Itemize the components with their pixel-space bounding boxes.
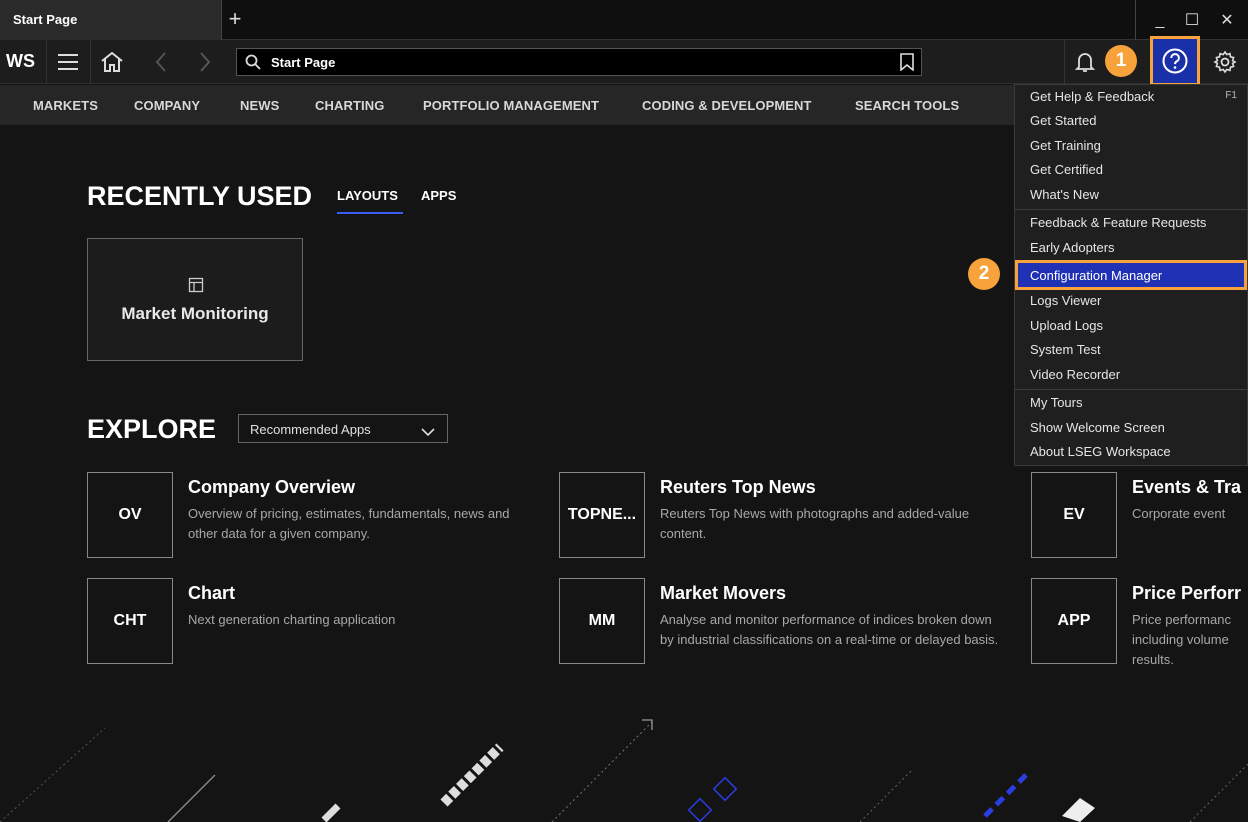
nav-coding-development[interactable]: CODING & DEVELOPMENT: [642, 98, 812, 113]
app-tile-cht[interactable]: CHT: [87, 578, 173, 664]
app-title[interactable]: Chart: [188, 583, 235, 604]
help-menu: Get Help & Feedback F1 Get Started Get T…: [1014, 84, 1248, 466]
app-tile-app[interactable]: APP: [1031, 578, 1117, 664]
app-tile-topnews[interactable]: TOPNE...: [559, 472, 645, 558]
app-tile-ov[interactable]: OV: [87, 472, 173, 558]
shortcut-f1: F1: [1225, 90, 1237, 101]
menu-item-get-help[interactable]: Get Help & Feedback: [1030, 89, 1154, 104]
layout-icon: [188, 277, 204, 298]
search-icon: [245, 54, 261, 75]
app-description: Price performanc including volume result…: [1132, 612, 1231, 667]
app-description: Analyse and monitor performance of indic…: [660, 612, 999, 647]
tab-apps[interactable]: APPS: [421, 188, 456, 203]
callout-badge-1: 1: [1105, 45, 1137, 77]
menu-separator: [1015, 209, 1247, 210]
active-tab-underline: [337, 212, 403, 214]
menu-separator: [1015, 389, 1247, 390]
app-title[interactable]: Price Perforr: [1132, 583, 1241, 604]
nav-search-tools[interactable]: SEARCH TOOLS: [855, 98, 959, 113]
recently-used-heading: RECENTLY USED: [87, 181, 313, 211]
close-button[interactable]: ✕: [1212, 8, 1242, 34]
menu-item-video-recorder[interactable]: Video Recorder: [1030, 367, 1120, 382]
workspace-logo[interactable]: WS: [6, 51, 35, 72]
menu-item-system-test[interactable]: System Test: [1030, 342, 1101, 357]
nav-markets[interactable]: MARKETS: [33, 98, 98, 113]
menu-item-my-tours[interactable]: My Tours: [1030, 395, 1083, 410]
menu-item-get-started[interactable]: Get Started: [1030, 113, 1096, 128]
app-description: Next generation charting application: [188, 612, 396, 627]
dropdown-value: Recommended Apps: [250, 422, 371, 437]
nav-company[interactable]: COMPANY: [134, 98, 200, 113]
search-input[interactable]: Start Page: [236, 48, 922, 76]
menu-icon[interactable]: [53, 47, 83, 77]
app-description: Overview of pricing, estimates, fundamen…: [188, 506, 510, 541]
app-title[interactable]: Market Movers: [660, 583, 786, 604]
bookmark-icon[interactable]: [899, 53, 915, 76]
menu-item-feedback[interactable]: Feedback & Feature Requests: [1030, 215, 1206, 230]
forward-icon[interactable]: [190, 47, 220, 77]
layout-card-market-monitoring[interactable]: Market Monitoring: [87, 238, 303, 361]
app-tile-ev[interactable]: EV: [1031, 472, 1117, 558]
decorative-background-graphics: [0, 719, 1248, 822]
window-controls-divider: [1135, 0, 1136, 40]
chevron-down-icon: [421, 424, 435, 442]
minimize-button[interactable]: _: [1145, 8, 1175, 34]
tab-start-page[interactable]: Start Page: [0, 0, 222, 40]
tab-bar: Start Page + _ ☐ ✕: [0, 0, 1248, 40]
app-description: Reuters Top News with photographs and ad…: [660, 506, 970, 541]
nav-charting[interactable]: CHARTING: [315, 98, 384, 113]
menu-item-whats-new[interactable]: What's New: [1030, 187, 1099, 202]
new-tab-button[interactable]: +: [224, 6, 246, 32]
search-value: Start Page: [271, 55, 336, 70]
tab-label: Start Page: [13, 12, 78, 27]
recommended-apps-dropdown[interactable]: Recommended Apps: [238, 414, 448, 443]
nav-news[interactable]: NEWS: [240, 98, 279, 113]
explore-heading: EXPLORE: [87, 414, 217, 444]
tab-layouts[interactable]: LAYOUTS: [337, 188, 398, 203]
menu-item-upload-logs[interactable]: Upload Logs: [1030, 318, 1103, 333]
menu-item-logs-viewer[interactable]: Logs Viewer: [1030, 293, 1101, 308]
maximize-button[interactable]: ☐: [1177, 8, 1207, 34]
home-icon[interactable]: [97, 47, 127, 77]
menu-item-get-certified[interactable]: Get Certified: [1030, 162, 1103, 177]
callout-badge-2: 2: [968, 258, 1000, 290]
settings-gear-icon[interactable]: [1210, 47, 1240, 77]
menu-item-configuration-manager[interactable]: Configuration Manager: [1030, 268, 1162, 283]
help-button[interactable]: [1150, 36, 1200, 86]
app-title[interactable]: Company Overview: [188, 477, 355, 498]
app-title[interactable]: Reuters Top News: [660, 477, 816, 498]
back-icon[interactable]: [146, 47, 176, 77]
layout-card-label: Market Monitoring: [121, 304, 269, 323]
toolbar-divider: [46, 40, 47, 84]
app-title[interactable]: Events & Tra: [1132, 477, 1241, 498]
menu-item-about[interactable]: About LSEG Workspace: [1030, 444, 1171, 459]
help-question-icon: [1162, 48, 1188, 74]
menu-item-early-adopters[interactable]: Early Adopters: [1030, 240, 1115, 255]
menu-item-get-training[interactable]: Get Training: [1030, 138, 1101, 153]
menu-item-show-welcome-screen[interactable]: Show Welcome Screen: [1030, 420, 1165, 435]
toolbar-divider: [90, 40, 91, 84]
nav-portfolio-management[interactable]: PORTFOLIO MANAGEMENT: [423, 98, 599, 113]
notifications-bell-icon[interactable]: [1070, 47, 1100, 77]
app-description: Corporate event: [1132, 506, 1226, 521]
app-tile-mm[interactable]: MM: [559, 578, 645, 664]
toolbar-divider: [1064, 40, 1065, 84]
